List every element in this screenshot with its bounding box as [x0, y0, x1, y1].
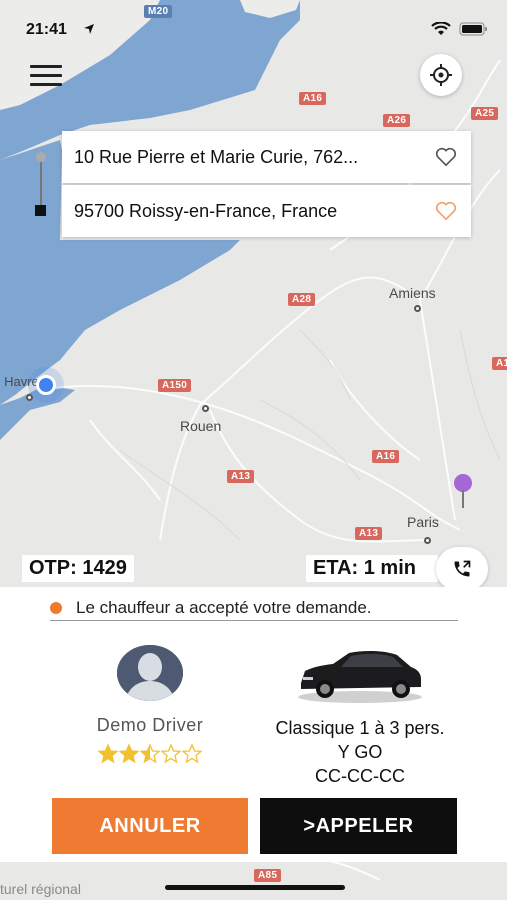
- star-icon: [161, 744, 181, 764]
- city-label-rouen: Rouen: [180, 418, 222, 434]
- city-marker: [424, 537, 431, 544]
- menu-hamburger-icon[interactable]: [30, 65, 62, 87]
- city-marker: [414, 305, 421, 312]
- destination-pin-icon: [454, 474, 472, 508]
- star-icon: [119, 744, 139, 764]
- road-label: A13: [355, 527, 383, 540]
- call-driver-button[interactable]: [436, 547, 488, 591]
- pickup-address-field[interactable]: 10 Rue Pierre et Marie Curie, 762...: [62, 131, 471, 183]
- battery-icon: [459, 22, 487, 36]
- status-bar: 21:41: [0, 0, 507, 50]
- driver-name: Demo Driver: [96, 715, 204, 735]
- heart-icon[interactable]: [435, 201, 457, 221]
- status-time: 21:41: [26, 21, 67, 38]
- ride-status-text: Le chauffeur a accepté votre demande.: [76, 597, 372, 617]
- otp-label: OTP: 1429: [22, 555, 134, 582]
- ride-status-message: Le chauffeur a accepté votre demande.: [50, 595, 458, 621]
- road-label: A13: [227, 470, 255, 483]
- city-label-paris: Paris: [407, 514, 439, 530]
- city-label-amiens: Amiens: [389, 285, 436, 301]
- road-label: A150: [158, 379, 192, 392]
- call-button[interactable]: >APPELER: [260, 798, 457, 854]
- phone-icon: [454, 560, 471, 577]
- pickup-address-text: 10 Rue Pierre et Marie Curie, 762...: [74, 146, 359, 167]
- star-icon: [182, 744, 202, 764]
- city-marker: [202, 405, 209, 412]
- driver-info: Demo Driver: [80, 645, 220, 764]
- road-label: A25: [471, 107, 499, 120]
- heart-icon[interactable]: [435, 147, 457, 167]
- pickup-marker: [36, 152, 46, 162]
- driver-avatar: [117, 645, 183, 701]
- location-arrow-icon: [84, 24, 94, 34]
- ride-details-sheet: Le chauffeur a accepté votre demande. De…: [0, 587, 507, 862]
- road-label: A16: [299, 92, 327, 105]
- status-indicator-dot: [50, 601, 62, 614]
- driver-rating: [80, 744, 220, 764]
- user-location-dot: [36, 375, 56, 395]
- city-marker: [26, 394, 33, 401]
- vehicle-info: Classique 1 à 3 pers. Y GO CC-CC-CC: [250, 637, 470, 788]
- crosshair-icon: [430, 64, 452, 86]
- home-indicator: [165, 885, 345, 890]
- car-image: [298, 650, 422, 703]
- dropoff-address-field[interactable]: 95700 Roissy-en-France, France: [62, 185, 471, 237]
- city-label-le-havre: Le Havre: [0, 374, 39, 389]
- eta-label: ETA: 1 min: [306, 555, 438, 582]
- road-label: A28: [288, 293, 316, 306]
- map-footer-label: turel régional: [0, 881, 81, 897]
- wifi-icon: [431, 22, 451, 35]
- road-label: A26: [383, 114, 411, 127]
- star-icon: [98, 744, 118, 764]
- cancel-button[interactable]: ANNULER: [52, 798, 248, 854]
- road-label: A1: [492, 357, 507, 370]
- dropoff-marker: [35, 205, 46, 216]
- dropoff-address-text: 95700 Roissy-en-France, France: [74, 200, 338, 221]
- vehicle-company: Y GO: [337, 742, 383, 762]
- locate-me-button[interactable]: [420, 54, 462, 96]
- road-label: A85: [254, 869, 282, 882]
- road-label: A16: [372, 450, 400, 463]
- star-icon: [140, 744, 160, 764]
- vehicle-class: Classique 1 à 3 pers.: [275, 718, 445, 738]
- vehicle-plate: CC-CC-CC: [315, 766, 405, 786]
